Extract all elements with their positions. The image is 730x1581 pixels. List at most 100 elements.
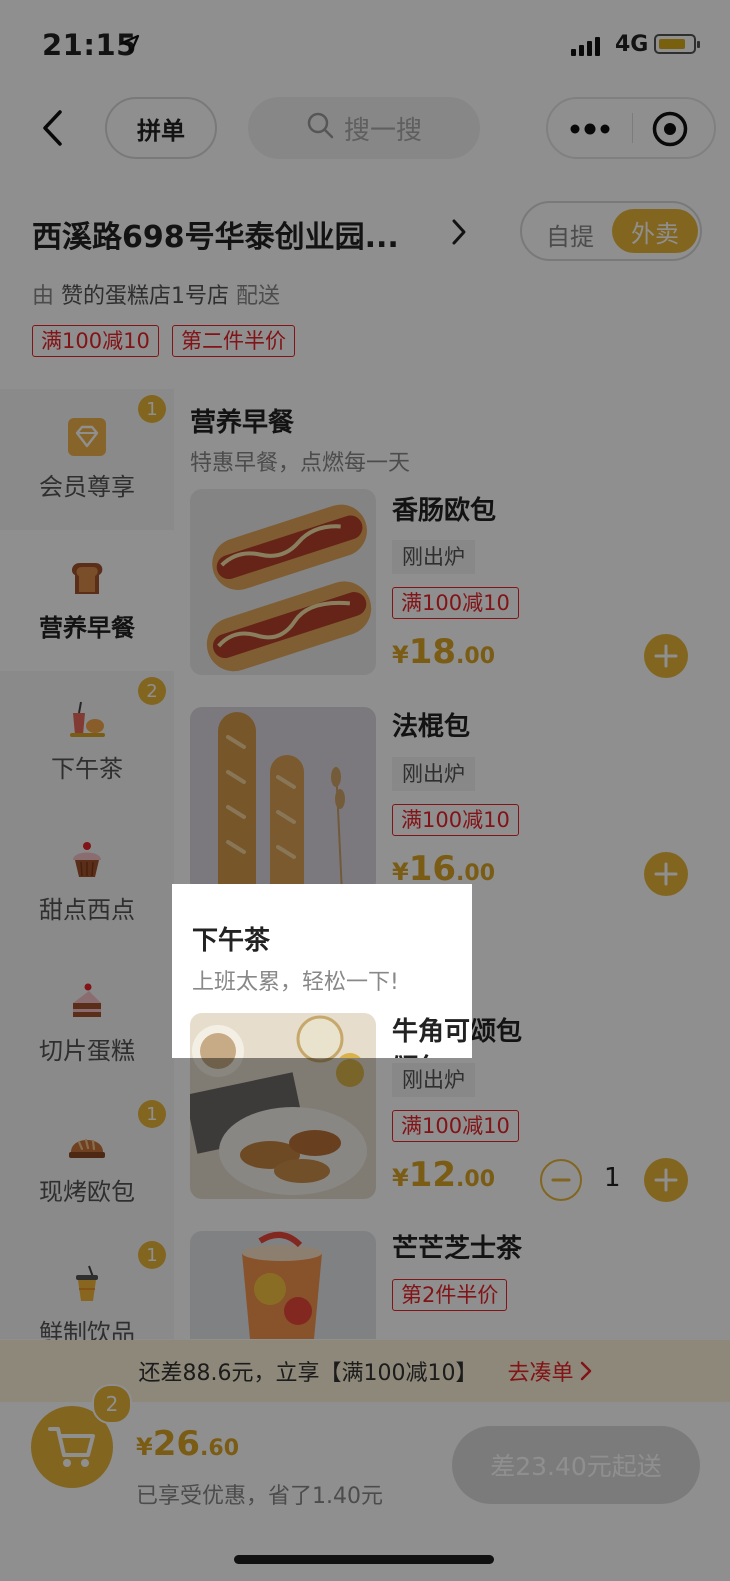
sidebar-item-breakfast[interactable]: 营养早餐	[0, 530, 174, 671]
product-promo-tag: 满100减10	[392, 804, 519, 836]
add-to-cart-button[interactable]	[644, 634, 688, 678]
product-image-hotdog[interactable]	[190, 489, 376, 675]
battery-icon	[654, 34, 700, 54]
miniprogram-capsule	[546, 97, 716, 159]
sidebar-item-dessert[interactable]: 甜点西点	[0, 812, 174, 953]
total-decimal: .60	[200, 1436, 240, 1461]
more-options-icon[interactable]	[570, 119, 610, 143]
checkout-button[interactable]: 差23.40元起送	[452, 1426, 700, 1504]
savings-text: 已享受优惠，省了1.40元	[136, 1484, 383, 1509]
category-badge: 1	[138, 1100, 166, 1128]
cart-count-badge: 2	[92, 1384, 132, 1424]
section-subtitle: 特惠早餐，点燃每一天	[190, 451, 411, 476]
total-currency: ¥	[136, 1433, 153, 1461]
add-to-cart-button[interactable]	[644, 1158, 688, 1202]
status-bar: 21:15 4G	[0, 0, 730, 90]
cart-total: ¥26.60	[136, 1424, 239, 1464]
add-more-link[interactable]: 去凑单	[507, 1355, 591, 1387]
product-image-fruit-tea[interactable]	[190, 1231, 376, 1339]
product-price: ¥12.00	[392, 1155, 495, 1195]
delivery-address[interactable]: 西溪路698号华泰创业园...	[32, 212, 399, 256]
quantity-value: 1	[604, 1163, 621, 1193]
mode-pickup[interactable]: 自提	[546, 217, 594, 252]
fresh-badge: 刚出炉	[392, 1063, 475, 1097]
add-to-cart-button[interactable]	[644, 852, 688, 896]
price-currency: ¥	[392, 641, 409, 669]
sidebar-item-afternoon-tea[interactable]: 2 下午茶	[0, 671, 174, 812]
sidebar-item-label: 会员尊享	[39, 473, 135, 501]
delivery-suffix: 配送	[236, 284, 281, 309]
product-promo-tag: 满100减10	[392, 1110, 519, 1142]
sidebar-item-label: 下午茶	[51, 755, 123, 783]
price-currency: ¥	[392, 858, 409, 886]
toast-icon	[72, 563, 103, 594]
delivery-mode-toggle[interactable]: 自提 外卖	[520, 201, 702, 261]
search-icon	[306, 111, 334, 146]
delivery-info: 由 赞的蛋糕店1号店 配送	[32, 278, 280, 310]
close-miniprogram-icon[interactable]	[651, 110, 689, 152]
add-more-label: 去凑单	[507, 1361, 574, 1386]
section-subtitle: 上班太累，轻松一下!	[192, 970, 399, 995]
sidebar-item-member[interactable]: 1 会员尊享	[0, 389, 174, 530]
sidebar-item-label: 现烤欧包	[39, 1178, 135, 1206]
product-image-croissant-top	[190, 1013, 376, 1058]
product-name: 香肠欧包	[392, 496, 497, 526]
product-promo-tag: 第2件半价	[392, 1279, 508, 1311]
search-bar[interactable]: 搜一搜	[248, 97, 480, 159]
product-promo-tag: 满100减10	[392, 587, 519, 619]
sidebar-item-label: 营养早餐	[39, 614, 135, 642]
total-integer: 26	[152, 1424, 201, 1464]
price-integer: 18	[408, 632, 457, 672]
category-sidebar: 1 会员尊享 营养早餐 2 下午茶 甜点西点 切片蛋糕 1 现烤欧包 1 鲜制饮…	[0, 389, 174, 1347]
chevron-right-icon	[580, 1361, 591, 1381]
product-image-baguette[interactable]	[190, 707, 376, 893]
price-decimal: .00	[456, 644, 496, 669]
search-placeholder: 搜一搜	[343, 115, 422, 146]
plus-icon	[654, 644, 678, 668]
price-currency: ¥	[392, 1164, 409, 1192]
network-type: 4G	[615, 32, 649, 57]
cupcake-icon	[73, 842, 101, 877]
group-order-button[interactable]: 拼单	[105, 97, 217, 159]
category-badge: 1	[138, 1241, 166, 1269]
shop-name: 赞的蛋糕店1号店	[61, 284, 230, 309]
price-decimal: .00	[456, 861, 496, 886]
section-title: 营养早餐	[190, 408, 295, 438]
plus-icon	[654, 1168, 678, 1192]
sidebar-item-label: 甜点西点	[39, 896, 135, 924]
sidebar-item-cake-slice[interactable]: 切片蛋糕	[0, 953, 174, 1094]
price-integer: 16	[408, 849, 457, 889]
product-name: 牛角可颂包	[392, 1017, 471, 1058]
cake-slice-icon	[73, 983, 101, 1017]
product-price: ¥18.00	[392, 632, 495, 672]
section-title: 下午茶	[192, 926, 271, 956]
fresh-badge: 刚出炉	[392, 540, 475, 574]
promo-tag: 满100减10	[32, 325, 159, 357]
mode-delivery[interactable]: 外卖	[612, 209, 698, 253]
product-name: 芒芒芝士茶	[392, 1234, 523, 1264]
highlighted-section: 下午茶 上班太累，轻松一下! 牛角可颂包	[172, 884, 472, 1058]
bread-icon	[69, 1138, 105, 1158]
signal-icon	[571, 36, 603, 60]
tea-icon	[70, 701, 105, 737]
sidebar-item-label: 切片蛋糕	[39, 1037, 135, 1065]
plus-icon	[654, 862, 678, 886]
decrease-quantity-button[interactable]	[540, 1159, 582, 1201]
product-price: ¥16.00	[392, 849, 495, 889]
diamond-icon	[68, 418, 106, 456]
category-badge: 1	[138, 395, 166, 423]
chevron-right-icon[interactable]	[450, 218, 468, 250]
category-badge: 2	[138, 677, 166, 705]
promo-tag: 第二件半价	[172, 325, 295, 357]
product-name: 法棍包	[392, 712, 471, 742]
sidebar-item-bread[interactable]: 1 现烤欧包	[0, 1094, 174, 1235]
promo-hint-text: 还差88.6元，立享【满100减10】	[138, 1361, 478, 1386]
price-decimal: .00	[456, 1167, 496, 1192]
price-integer: 12	[408, 1155, 457, 1195]
back-button[interactable]	[40, 108, 66, 152]
delivery-prefix: 由	[32, 284, 55, 309]
minus-icon	[551, 1178, 571, 1182]
fresh-badge: 刚出炉	[392, 757, 475, 791]
cart-icon	[48, 1427, 95, 1467]
drink-icon	[76, 1265, 98, 1301]
